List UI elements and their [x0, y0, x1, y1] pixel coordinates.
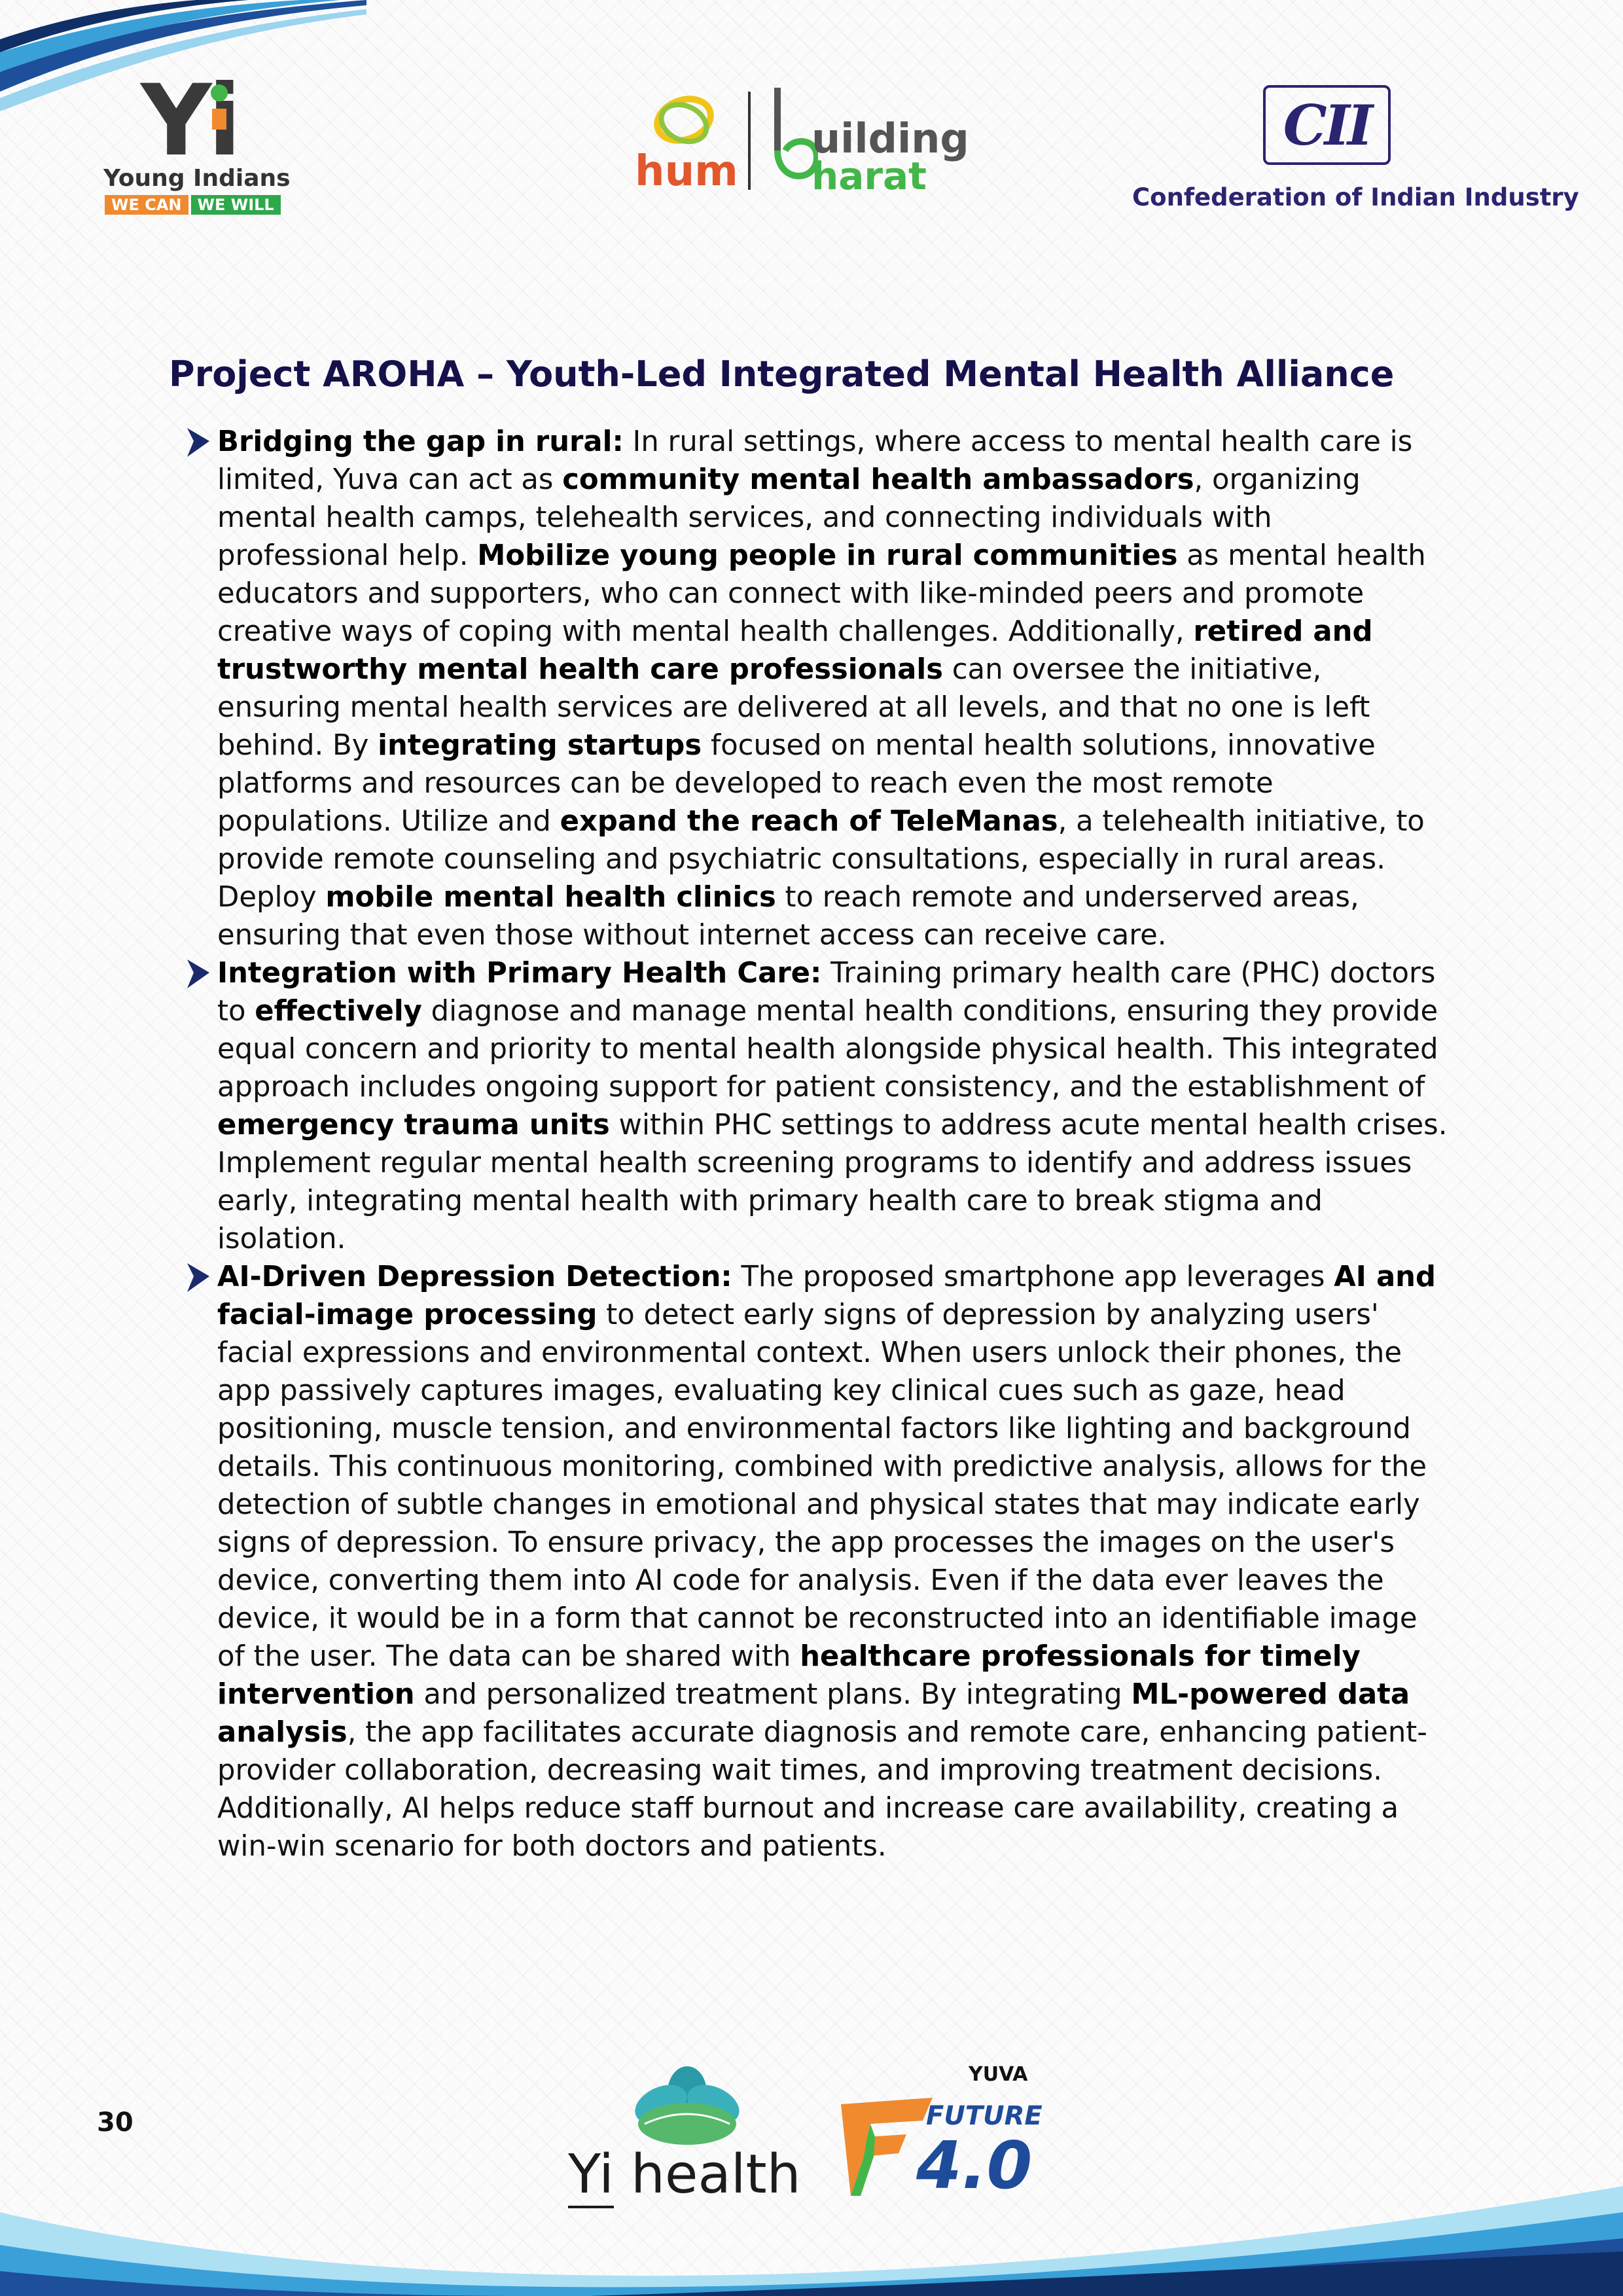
bullet-emphasis: integrating startups — [378, 729, 702, 762]
bottom-wave — [0, 2186, 1623, 2296]
bullet-item-ai-depression-detection: AI-Driven Depression Detection: The prop… — [169, 1258, 1452, 1865]
cii-logo-name: Confederation of Indian Industry — [1132, 183, 1579, 211]
bullet-emphasis: community mental health ambassadors — [562, 463, 1194, 496]
young-indians-logo: Yi Young Indians WE CAN WE WILL — [98, 72, 291, 216]
bullet-emphasis: mobile mental health clinics — [325, 881, 776, 914]
page-title: Project AROHA – Youth-Led Integrated Men… — [169, 353, 1395, 395]
arrow-bullet-icon — [187, 1263, 209, 1292]
bullet-emphasis: Bridging the gap in rural: — [217, 425, 624, 458]
bullet-emphasis: emergency trauma units — [217, 1109, 610, 1141]
cii-logo-box: CII — [1263, 85, 1391, 165]
bullet-emphasis: expand the reach of TeleManas — [560, 805, 1058, 838]
bullet-body-text: , the app facilitates accurate diagnosis… — [217, 1716, 1427, 1863]
bullet-text: Bridging the gap in rural: In rural sett… — [217, 423, 1452, 954]
bullet-body-text: and personalized treatment plans. By int… — [414, 1678, 1132, 1711]
bharat-text: harat — [812, 154, 927, 198]
yi-tag-we-can: WE CAN — [105, 195, 188, 215]
hum-flower-icon — [654, 96, 714, 145]
bullet-emphasis: effectively — [255, 995, 422, 1028]
bullet-item-rural: Bridging the gap in rural: In rural sett… — [169, 423, 1452, 954]
cii-logo: CII Confederation of Indian Industry — [1126, 85, 1579, 216]
bullet-body-text: to detect early signs of depression by a… — [217, 1299, 1427, 1673]
bullet-emphasis: Mobilize young people in rural communiti… — [477, 539, 1178, 572]
yuva-text: YUVA — [969, 2063, 1028, 2086]
page-number: 30 — [97, 2108, 134, 2138]
arrow-bullet-icon — [187, 960, 209, 988]
yi-logo-tagline: WE CAN WE WILL — [105, 195, 281, 215]
hum-building-bharat-logo: hum uilding harat — [632, 85, 998, 198]
bullet-emphasis: Integration with Primary Health Care: — [217, 957, 822, 990]
yi-logo-accent-icon — [211, 84, 228, 130]
yi-logo-name: Young Indians — [103, 165, 291, 192]
bullet-list: Bridging the gap in rural: In rural sett… — [169, 423, 1452, 1865]
bullet-emphasis: AI-Driven Depression Detection: — [217, 1261, 732, 1293]
hum-text: hum — [635, 147, 738, 196]
cii-logo-mark: CII — [1283, 92, 1373, 158]
bullet-item-primary-health-care: Integration with Primary Health Care: Tr… — [169, 954, 1452, 1258]
arrow-bullet-icon — [187, 428, 209, 457]
lotus-globe-icon — [635, 2066, 740, 2145]
hum-divider — [748, 92, 751, 190]
bullet-text: Integration with Primary Health Care: Tr… — [217, 954, 1452, 1258]
yi-tag-we-will: WE WILL — [190, 195, 281, 215]
bullet-body-text: The proposed smartphone app leverages — [732, 1261, 1334, 1293]
bharat-b-mark-icon — [774, 88, 818, 179]
bullet-text: AI-Driven Depression Detection: The prop… — [217, 1258, 1452, 1865]
